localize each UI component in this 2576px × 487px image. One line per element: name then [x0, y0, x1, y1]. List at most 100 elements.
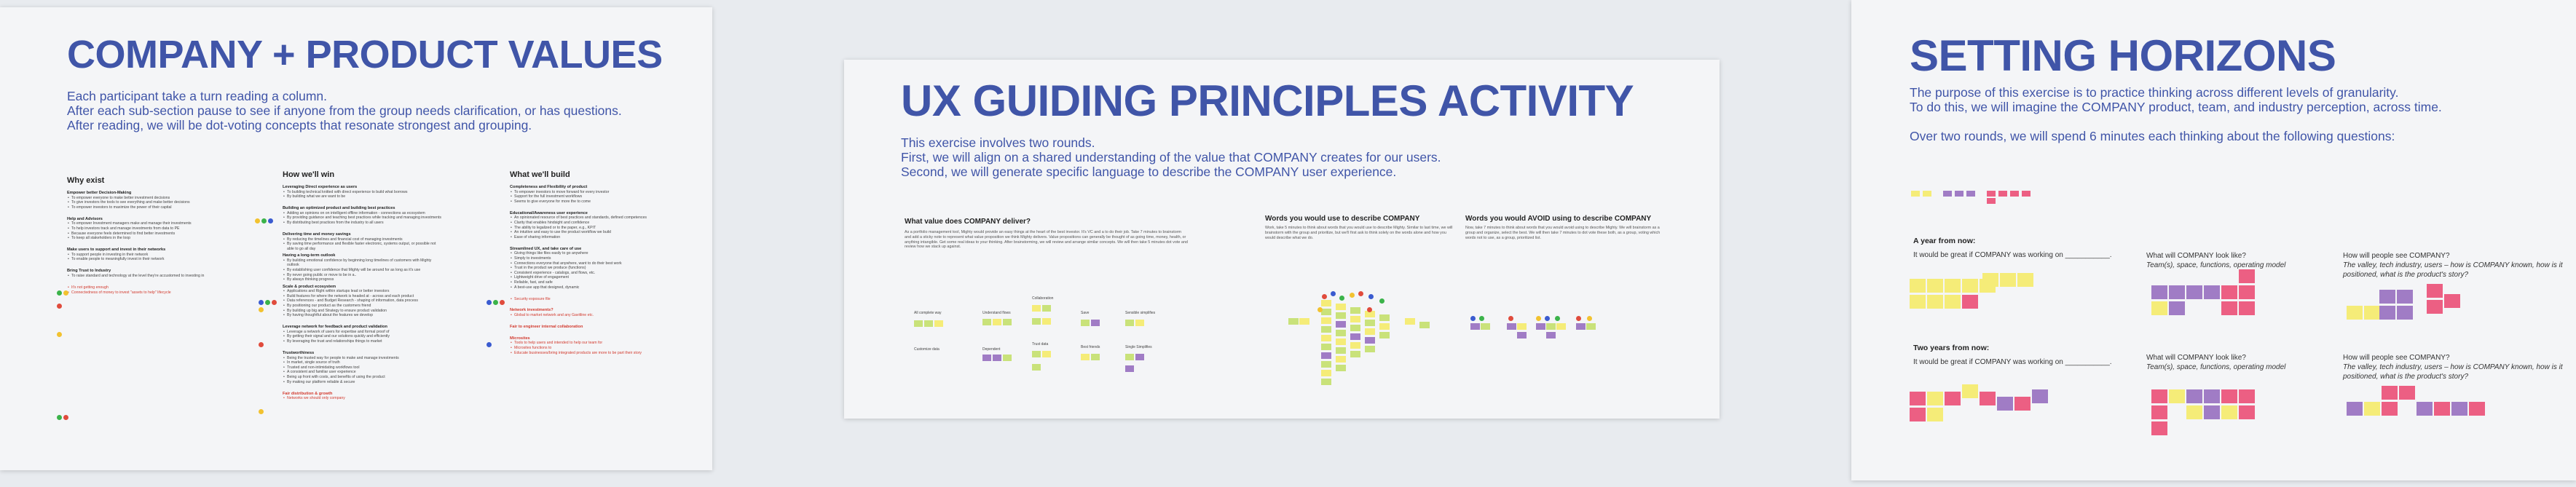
- vote-dot[interactable]: [255, 218, 260, 223]
- vote-dot[interactable]: [57, 304, 62, 309]
- sticky-note[interactable]: [1336, 347, 1346, 354]
- sticky-note[interactable]: [982, 355, 991, 361]
- sticky-note[interactable]: [1321, 352, 1331, 359]
- vote-dot[interactable]: [1322, 294, 1327, 299]
- sticky-note[interactable]: [2204, 389, 2220, 403]
- vote-dot[interactable]: [268, 218, 273, 223]
- sticky-note[interactable]: [1910, 408, 1926, 421]
- sticky-note[interactable]: [2239, 405, 2255, 419]
- sticky-note[interactable]: [1945, 295, 1961, 309]
- sticky-note[interactable]: [1546, 323, 1556, 330]
- sticky-note[interactable]: [1365, 337, 1375, 344]
- vote-dot[interactable]: [57, 290, 62, 296]
- sticky-note[interactable]: [2186, 405, 2202, 419]
- vote-dot[interactable]: [1587, 316, 1592, 321]
- sticky-note[interactable]: [1321, 309, 1331, 315]
- values-board[interactable]: COMPANY + PRODUCT VALUES Each participan…: [0, 7, 712, 470]
- sticky-note[interactable]: [1125, 320, 1134, 326]
- sticky-note[interactable]: [1336, 356, 1346, 363]
- sticky-note[interactable]: [2239, 301, 2255, 315]
- sticky-note[interactable]: [2151, 405, 2167, 419]
- sticky-note[interactable]: [1982, 273, 1998, 287]
- sticky-note[interactable]: [993, 355, 1001, 361]
- sticky-note[interactable]: [1481, 323, 1490, 330]
- vote-dot[interactable]: [265, 300, 270, 305]
- sticky-note[interactable]: [1350, 316, 1360, 322]
- sticky-note[interactable]: [2010, 191, 2019, 197]
- vote-dot[interactable]: [487, 342, 492, 347]
- sticky-note[interactable]: [993, 319, 1001, 325]
- sticky-note[interactable]: [1003, 319, 1012, 325]
- sticky-note[interactable]: [2221, 301, 2237, 315]
- sticky-note[interactable]: [1288, 318, 1299, 325]
- sticky-note[interactable]: [1321, 317, 1331, 324]
- sticky-note[interactable]: [1032, 318, 1041, 325]
- vote-dot[interactable]: [500, 300, 505, 305]
- sticky-note[interactable]: [1470, 323, 1480, 330]
- sticky-note[interactable]: [1980, 392, 1996, 405]
- sticky-note[interactable]: [2151, 301, 2167, 315]
- sticky-note[interactable]: [1576, 323, 1586, 330]
- sticky-note[interactable]: [1135, 320, 1144, 326]
- sticky-note[interactable]: [924, 320, 933, 327]
- sticky-note[interactable]: [2169, 389, 2185, 403]
- sticky-note[interactable]: [1032, 305, 1041, 312]
- vote-dot[interactable]: [1339, 296, 1344, 301]
- sticky-note[interactable]: [1350, 351, 1360, 357]
- sticky-note[interactable]: [2347, 402, 2363, 416]
- sticky-note[interactable]: [1336, 338, 1346, 345]
- sticky-note[interactable]: [1042, 351, 1051, 357]
- sticky-note[interactable]: [1365, 320, 1375, 326]
- vote-dot[interactable]: [1368, 294, 1374, 299]
- sticky-note[interactable]: [1379, 332, 1390, 338]
- sticky-note[interactable]: [1321, 335, 1331, 341]
- sticky-note[interactable]: [2022, 191, 2031, 197]
- sticky-note[interactable]: [2169, 285, 2185, 299]
- vote-dot[interactable]: [1555, 316, 1560, 321]
- vote-dot[interactable]: [259, 409, 264, 414]
- sticky-note[interactable]: [2397, 306, 2413, 320]
- sticky-note[interactable]: [1321, 326, 1331, 333]
- sticky-note[interactable]: [2382, 386, 2398, 400]
- sticky-note[interactable]: [2221, 389, 2237, 403]
- sticky-note[interactable]: [2364, 402, 2380, 416]
- sticky-note[interactable]: [2364, 306, 2380, 320]
- sticky-note[interactable]: [1419, 322, 1430, 328]
- sticky-note[interactable]: [1997, 397, 2013, 411]
- sticky-note[interactable]: [1081, 354, 1090, 360]
- vote-dot[interactable]: [259, 300, 264, 305]
- sticky-note[interactable]: [1507, 323, 1516, 330]
- sticky-note[interactable]: [1998, 191, 2007, 197]
- sticky-note[interactable]: [1987, 191, 1996, 197]
- vote-dot[interactable]: [487, 300, 492, 305]
- sticky-note[interactable]: [2239, 285, 2255, 299]
- sticky-note[interactable]: [1945, 279, 1961, 293]
- sticky-note[interactable]: [1003, 355, 1012, 361]
- sticky-note[interactable]: [1962, 384, 1978, 398]
- sticky-note[interactable]: [2169, 301, 2185, 315]
- sticky-note[interactable]: [1927, 279, 1943, 293]
- sticky-note[interactable]: [1927, 408, 1943, 421]
- sticky-note[interactable]: [1517, 332, 1527, 338]
- sticky-note[interactable]: [1987, 198, 1996, 204]
- vote-dot[interactable]: [1379, 298, 1384, 304]
- sticky-note[interactable]: [1536, 323, 1545, 330]
- sticky-note[interactable]: [1042, 318, 1051, 325]
- sticky-note[interactable]: [1405, 318, 1415, 325]
- vote-dot[interactable]: [259, 307, 264, 312]
- sticky-note[interactable]: [2000, 273, 2016, 287]
- sticky-note[interactable]: [2347, 306, 2363, 320]
- sticky-note[interactable]: [1365, 346, 1375, 352]
- sticky-note[interactable]: [2204, 405, 2220, 419]
- vote-dot[interactable]: [1470, 316, 1476, 321]
- sticky-note[interactable]: [914, 320, 923, 327]
- sticky-note[interactable]: [1517, 323, 1527, 330]
- sticky-note[interactable]: [1955, 191, 1963, 197]
- vote-dot[interactable]: [272, 300, 277, 305]
- sticky-note[interactable]: [2239, 269, 2255, 283]
- vote-dot[interactable]: [1576, 316, 1581, 321]
- sticky-note[interactable]: [1910, 392, 1926, 405]
- sticky-note[interactable]: [1586, 323, 1596, 330]
- vote-dot[interactable]: [1317, 307, 1323, 312]
- vote-dot[interactable]: [1508, 316, 1513, 321]
